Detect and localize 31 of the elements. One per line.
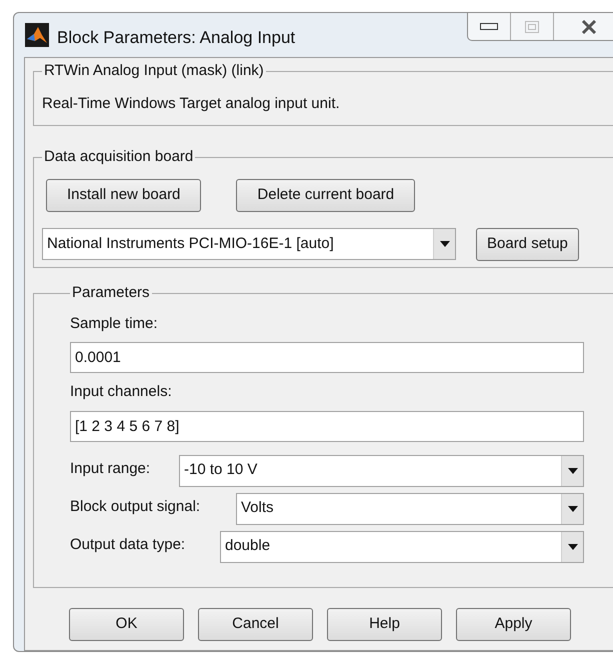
field-label: Sample time: xyxy=(70,314,159,334)
app-logo-icon xyxy=(25,23,49,47)
minimize-icon xyxy=(480,23,498,30)
dropdown[interactable]: double xyxy=(220,530,584,562)
board-button[interactable]: Install new board xyxy=(46,178,202,212)
close-icon xyxy=(581,20,597,34)
dialog-button[interactable]: OK xyxy=(69,608,184,641)
dialog-button[interactable]: Help xyxy=(327,608,442,641)
description-text: Real-Time Windows Target analog input unit. xyxy=(42,94,341,114)
group-title: Data acquisition board xyxy=(43,147,194,167)
field-label: Block output signal: xyxy=(70,496,202,516)
field-label: Output data type: xyxy=(70,534,186,554)
dialog-button[interactable]: Cancel xyxy=(198,608,313,641)
board-setup-button[interactable]: Board setup xyxy=(476,228,579,260)
field-label: Input channels: xyxy=(70,382,173,402)
dropdown-arrow-icon xyxy=(568,468,578,474)
dialog-button[interactable]: Apply xyxy=(456,608,571,641)
maximize-icon xyxy=(525,20,539,32)
window-title: Block Parameters: Analog Input xyxy=(57,27,296,49)
group-title: RTWin Analog Input (mask) (link) xyxy=(43,61,265,81)
text-field[interactable]: [1 2 3 4 5 6 7 8] xyxy=(70,410,584,442)
dropdown[interactable]: National Instruments PCI-MIO-16E-1 [auto] xyxy=(42,228,456,260)
field-label: Input range: xyxy=(70,458,152,478)
dropdown-arrow-icon xyxy=(440,241,450,247)
dropdown-arrow-icon xyxy=(568,506,578,512)
dropdown[interactable]: Volts xyxy=(236,492,584,524)
dropdown[interactable]: -10 to 10 V xyxy=(179,454,584,486)
text-field[interactable]: 0.0001 xyxy=(70,342,584,373)
dropdown-arrow-icon xyxy=(568,544,578,550)
board-button[interactable]: Delete current board xyxy=(236,178,416,212)
group-title: Parameters xyxy=(71,283,151,303)
